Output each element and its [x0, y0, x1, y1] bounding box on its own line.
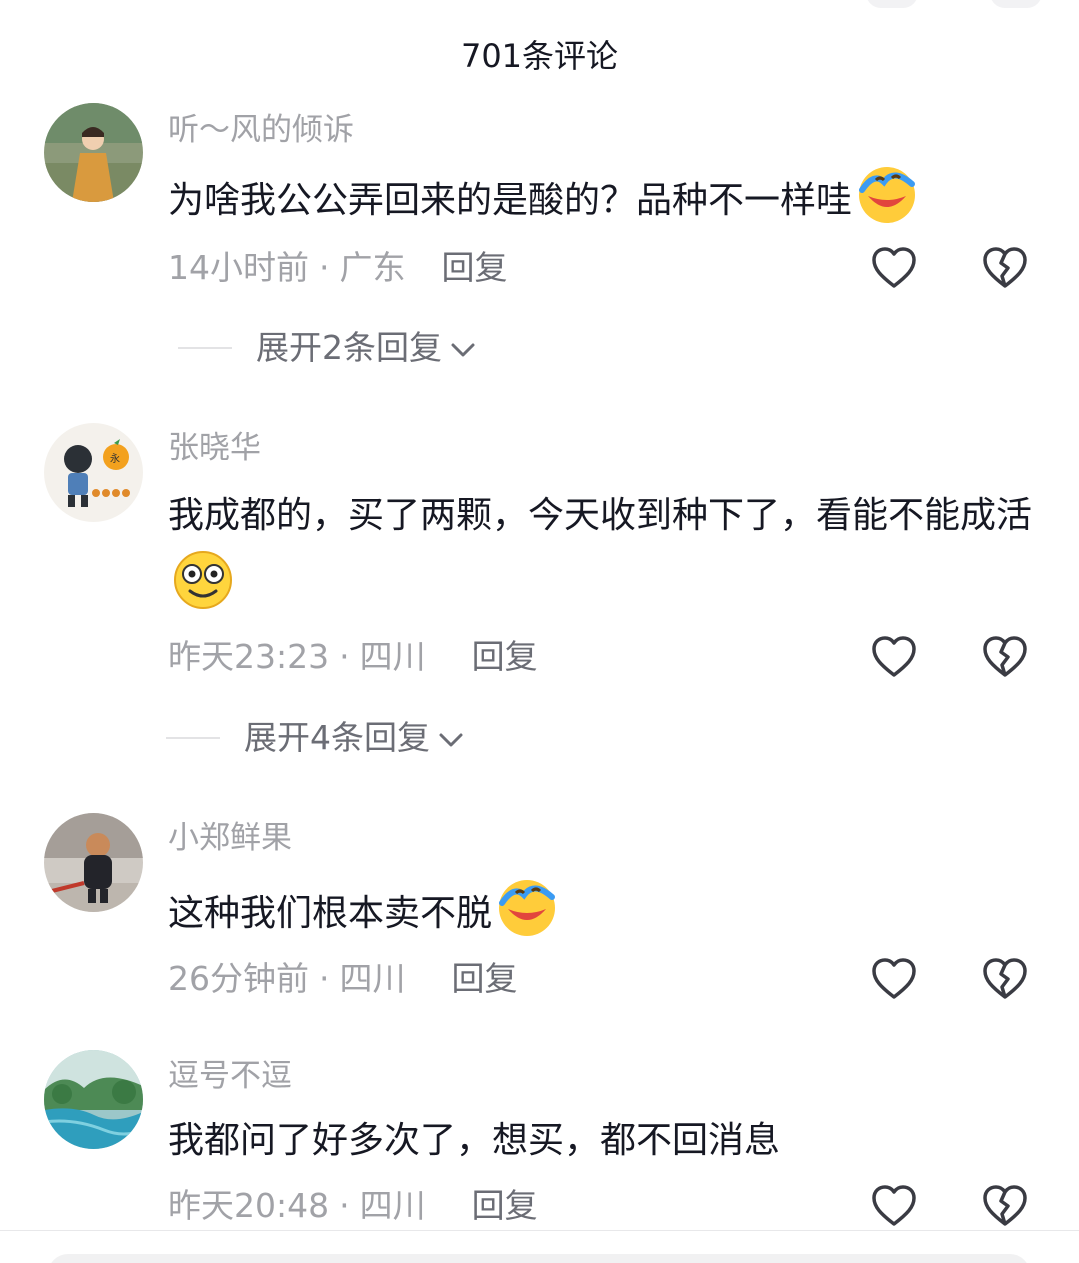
- comment-text: 为啥我公公弄回来的是酸的？品种不一样哇: [168, 160, 1038, 248]
- like-heart-icon[interactable]: [871, 246, 917, 290]
- top-close-button[interactable]: [990, 0, 1042, 8]
- comment-meta: 昨天20:48 · 四川 回复: [168, 1184, 538, 1228]
- comment-location: 广东: [339, 248, 406, 287]
- avatar[interactable]: [44, 1050, 143, 1149]
- comment-text: 我都问了好多次了，想买，都不回消息: [168, 1120, 781, 1161]
- comment-meta: 昨天23:23 · 四川 回复: [168, 635, 538, 679]
- comment-text: 这种我们根本卖不脱: [168, 873, 1038, 961]
- meta-separator: ·: [319, 248, 330, 287]
- meta-separator: ·: [319, 959, 330, 998]
- comment-count-title: 701条评论: [460, 37, 619, 75]
- dislike-broken-heart-icon[interactable]: [982, 957, 1028, 1001]
- reply-button[interactable]: 回复: [472, 1186, 538, 1225]
- chevron-down-icon: [438, 716, 464, 760]
- comment-location: 四川: [339, 959, 406, 998]
- chevron-down-icon: [450, 326, 476, 370]
- comment-meta: 26分钟前 · 四川 回复: [168, 957, 518, 1001]
- meta-separator: ·: [339, 1186, 350, 1225]
- comment-time: 昨天23:23: [168, 637, 330, 676]
- comment-username[interactable]: 张晓华: [168, 428, 261, 468]
- comment-time: 昨天20:48: [168, 1186, 330, 1225]
- comment-location: 四川: [359, 1186, 426, 1225]
- comment-username[interactable]: 听～风的倾诉: [168, 110, 354, 150]
- like-heart-icon[interactable]: [871, 635, 917, 679]
- dislike-broken-heart-icon[interactable]: [982, 246, 1028, 290]
- like-heart-icon[interactable]: [871, 957, 917, 1001]
- like-heart-icon[interactable]: [871, 1184, 917, 1228]
- dislike-broken-heart-icon[interactable]: [982, 635, 1028, 679]
- comments-panel: 701条评论 听～风的倾诉 为啥我公公弄回来的是酸的？品种不一样哇 14小时前 …: [0, 0, 1079, 1263]
- comment-time: 14小时前: [168, 248, 309, 287]
- reply-button[interactable]: 回复: [452, 959, 518, 998]
- expand-replies-button[interactable]: 展开2条回复: [178, 326, 476, 370]
- meta-separator: ·: [339, 637, 350, 676]
- avatar[interactable]: 永: [44, 423, 143, 522]
- reply-button[interactable]: 回复: [472, 637, 538, 676]
- comment-input[interactable]: [48, 1254, 1030, 1263]
- smile-emoji-icon: [170, 549, 236, 633]
- expand-replies-button[interactable]: 展开4条回复: [166, 716, 464, 760]
- divider-line: [178, 347, 232, 349]
- avatar[interactable]: [44, 103, 143, 202]
- avatar[interactable]: [44, 813, 143, 912]
- svg-text:永: 永: [110, 452, 120, 465]
- comment-username[interactable]: 逗号不逗: [168, 1056, 292, 1096]
- comment-username[interactable]: 小郑鲜果: [168, 818, 292, 858]
- reply-button[interactable]: 回复: [442, 248, 508, 287]
- top-action-button[interactable]: [866, 0, 918, 8]
- comment-time: 26分钟前: [168, 959, 309, 998]
- divider-line: [166, 737, 220, 739]
- laugh-cry-emoji-icon: [854, 160, 920, 248]
- comment-meta: 14小时前 · 广东 回复: [168, 246, 508, 290]
- comment-location: 四川: [359, 637, 426, 676]
- comment-text: 我成都的，买了两颗，今天收到种下了，看能不能成活: [168, 482, 1048, 633]
- dislike-broken-heart-icon[interactable]: [982, 1184, 1028, 1228]
- laugh-cry-emoji-icon: [494, 873, 560, 961]
